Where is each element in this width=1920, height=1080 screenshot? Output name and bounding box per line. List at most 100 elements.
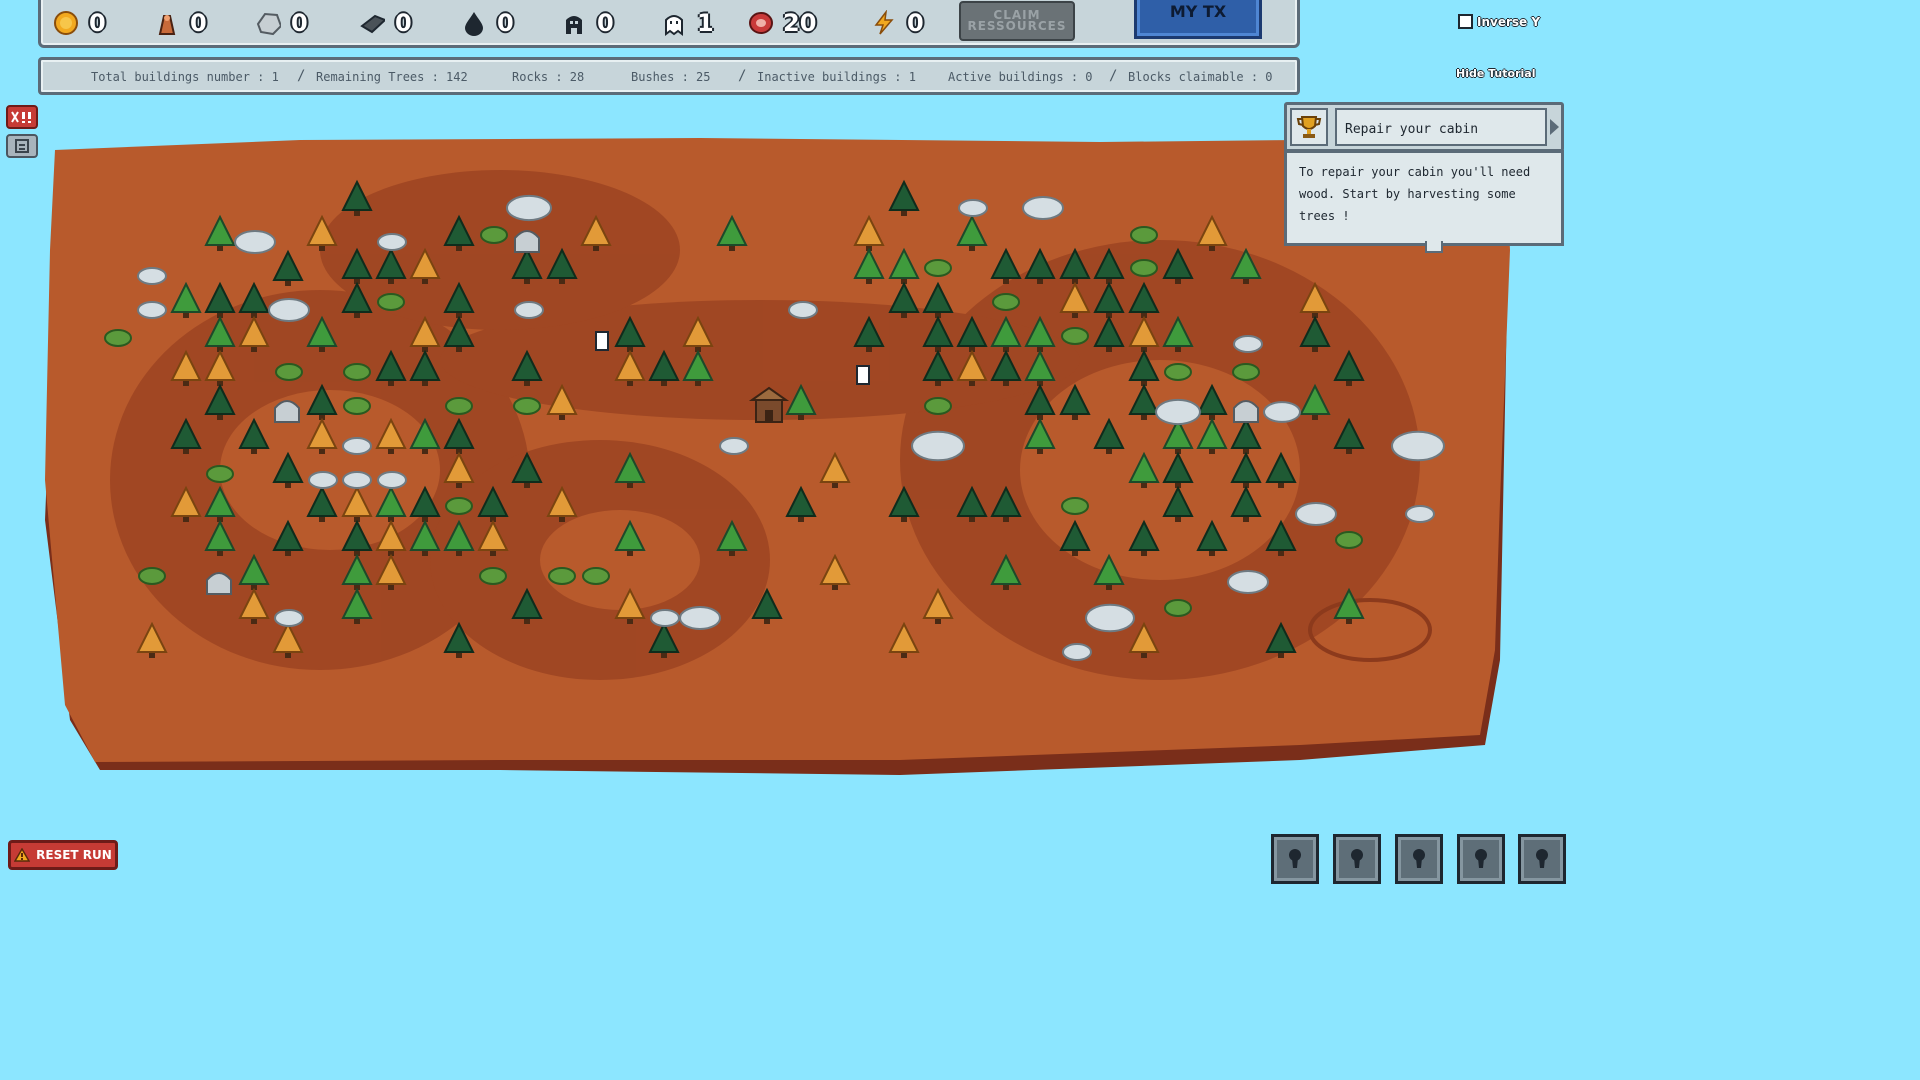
stat-separator: / — [297, 68, 306, 84]
locked-slot[interactable] — [1333, 834, 1381, 884]
bush[interactable] — [1130, 259, 1158, 277]
rock[interactable] — [1263, 401, 1301, 423]
rock[interactable] — [1405, 505, 1435, 523]
bush[interactable] — [1232, 363, 1260, 381]
bush[interactable] — [275, 363, 303, 381]
quest-next-arrow-icon[interactable] — [1550, 119, 1559, 135]
bush[interactable] — [445, 497, 473, 515]
bush[interactable] — [445, 397, 473, 415]
rock[interactable] — [308, 471, 338, 489]
stat-separator: / — [1109, 68, 1118, 84]
resource-ghost: 1 — [661, 5, 714, 41]
rock[interactable] — [1227, 570, 1269, 594]
rock[interactable] — [1233, 335, 1263, 353]
rock[interactable] — [1391, 430, 1445, 462]
bush[interactable] — [1164, 599, 1192, 617]
resource-value: 0 — [497, 9, 514, 37]
rock[interactable] — [342, 471, 372, 489]
log-button[interactable] — [6, 134, 38, 158]
wood-log-icon — [154, 10, 180, 36]
bush[interactable] — [343, 397, 371, 415]
reset-run-label: RESET RUN — [36, 848, 112, 862]
inverse-y-label: Inverse Y — [1477, 14, 1541, 29]
bush[interactable] — [513, 397, 541, 415]
reset-run-button[interactable]: RESET RUN — [8, 840, 118, 870]
cave-entrance[interactable] — [1233, 400, 1259, 423]
rock[interactable] — [788, 301, 818, 319]
rock[interactable] — [377, 233, 407, 251]
hide-tutorial-button[interactable]: Hide Tutorial — [1456, 67, 1535, 80]
resource-gold: 0 — [53, 5, 106, 41]
keyhole-icon — [1536, 849, 1548, 868]
rock[interactable] — [514, 301, 544, 319]
rock[interactable] — [137, 301, 167, 319]
locked-slot[interactable] — [1457, 834, 1505, 884]
stat-separator: / — [738, 68, 747, 84]
rock[interactable] — [1085, 603, 1135, 633]
bush[interactable] — [548, 567, 576, 585]
alert-icon — [11, 111, 31, 123]
bush[interactable] — [992, 293, 1020, 311]
rock[interactable] — [1022, 196, 1064, 220]
rock[interactable] — [274, 609, 304, 627]
bush[interactable] — [480, 226, 508, 244]
inverse-y-toggle[interactable]: Inverse Y — [1458, 14, 1540, 29]
bush[interactable] — [377, 293, 405, 311]
resource-value: 0 — [291, 9, 308, 37]
resource-energy: 0 — [871, 5, 924, 41]
locked-slot[interactable] — [1395, 834, 1443, 884]
stone-icon — [255, 10, 281, 36]
rock[interactable] — [234, 230, 276, 254]
rock[interactable] — [911, 430, 965, 462]
stats-bar: Total buildings number : 1 / Remaining T… — [38, 57, 1300, 95]
resource-value: 0 — [89, 9, 106, 37]
cave-entrance[interactable] — [274, 400, 300, 423]
rock[interactable] — [1155, 398, 1201, 426]
locked-slot[interactable] — [1271, 834, 1319, 884]
stat-remaining-trees: Remaining Trees : 142 — [316, 70, 468, 84]
bush[interactable] — [479, 567, 507, 585]
resource-stone: 0 — [255, 5, 308, 41]
bush[interactable] — [1164, 363, 1192, 381]
bush[interactable] — [343, 363, 371, 381]
bush[interactable] — [924, 259, 952, 277]
gold-coin-icon — [53, 10, 79, 36]
bush[interactable] — [138, 567, 166, 585]
bush[interactable] — [582, 567, 610, 585]
bush[interactable] — [104, 329, 132, 347]
inverse-y-checkbox[interactable] — [1458, 14, 1473, 29]
keyhole-icon — [1413, 849, 1425, 868]
resource-value: 0 — [597, 9, 614, 37]
my-tx-button[interactable]: MY TX — [1134, 0, 1262, 39]
bush[interactable] — [1335, 531, 1363, 549]
rock[interactable] — [1062, 643, 1092, 661]
rock[interactable] — [679, 606, 721, 630]
rock[interactable] — [650, 609, 680, 627]
resource-iron: 0 — [359, 5, 412, 41]
rock[interactable] — [719, 437, 749, 455]
player-marker[interactable] — [595, 331, 609, 351]
keyhole-icon — [1475, 849, 1487, 868]
player-marker[interactable] — [856, 365, 870, 385]
bush[interactable] — [206, 465, 234, 483]
stat-rocks: Rocks : 28 — [512, 70, 585, 84]
stat-inactive-buildings: Inactive buildings : 1 — [757, 70, 916, 84]
cave-entrance[interactable] — [514, 230, 540, 253]
cave-entrance[interactable] — [206, 572, 232, 595]
rock[interactable] — [137, 267, 167, 285]
rock[interactable] — [342, 437, 372, 455]
resource-wood: 0 — [154, 5, 207, 41]
bush[interactable] — [1130, 226, 1158, 244]
stat-bushes: Bushes : 25 — [631, 70, 711, 84]
rock[interactable] — [1295, 502, 1337, 526]
rock[interactable] — [958, 199, 988, 217]
locked-slot[interactable] — [1518, 834, 1566, 884]
claim-resources-button[interactable]: CLAIM RESSOURCES — [959, 1, 1075, 41]
rock[interactable] — [268, 298, 310, 322]
bush[interactable] — [924, 397, 952, 415]
bush[interactable] — [1061, 497, 1089, 515]
rock[interactable] — [377, 471, 407, 489]
rock[interactable] — [506, 194, 552, 222]
bush[interactable] — [1061, 327, 1089, 345]
debug-alert-button[interactable] — [6, 105, 38, 129]
